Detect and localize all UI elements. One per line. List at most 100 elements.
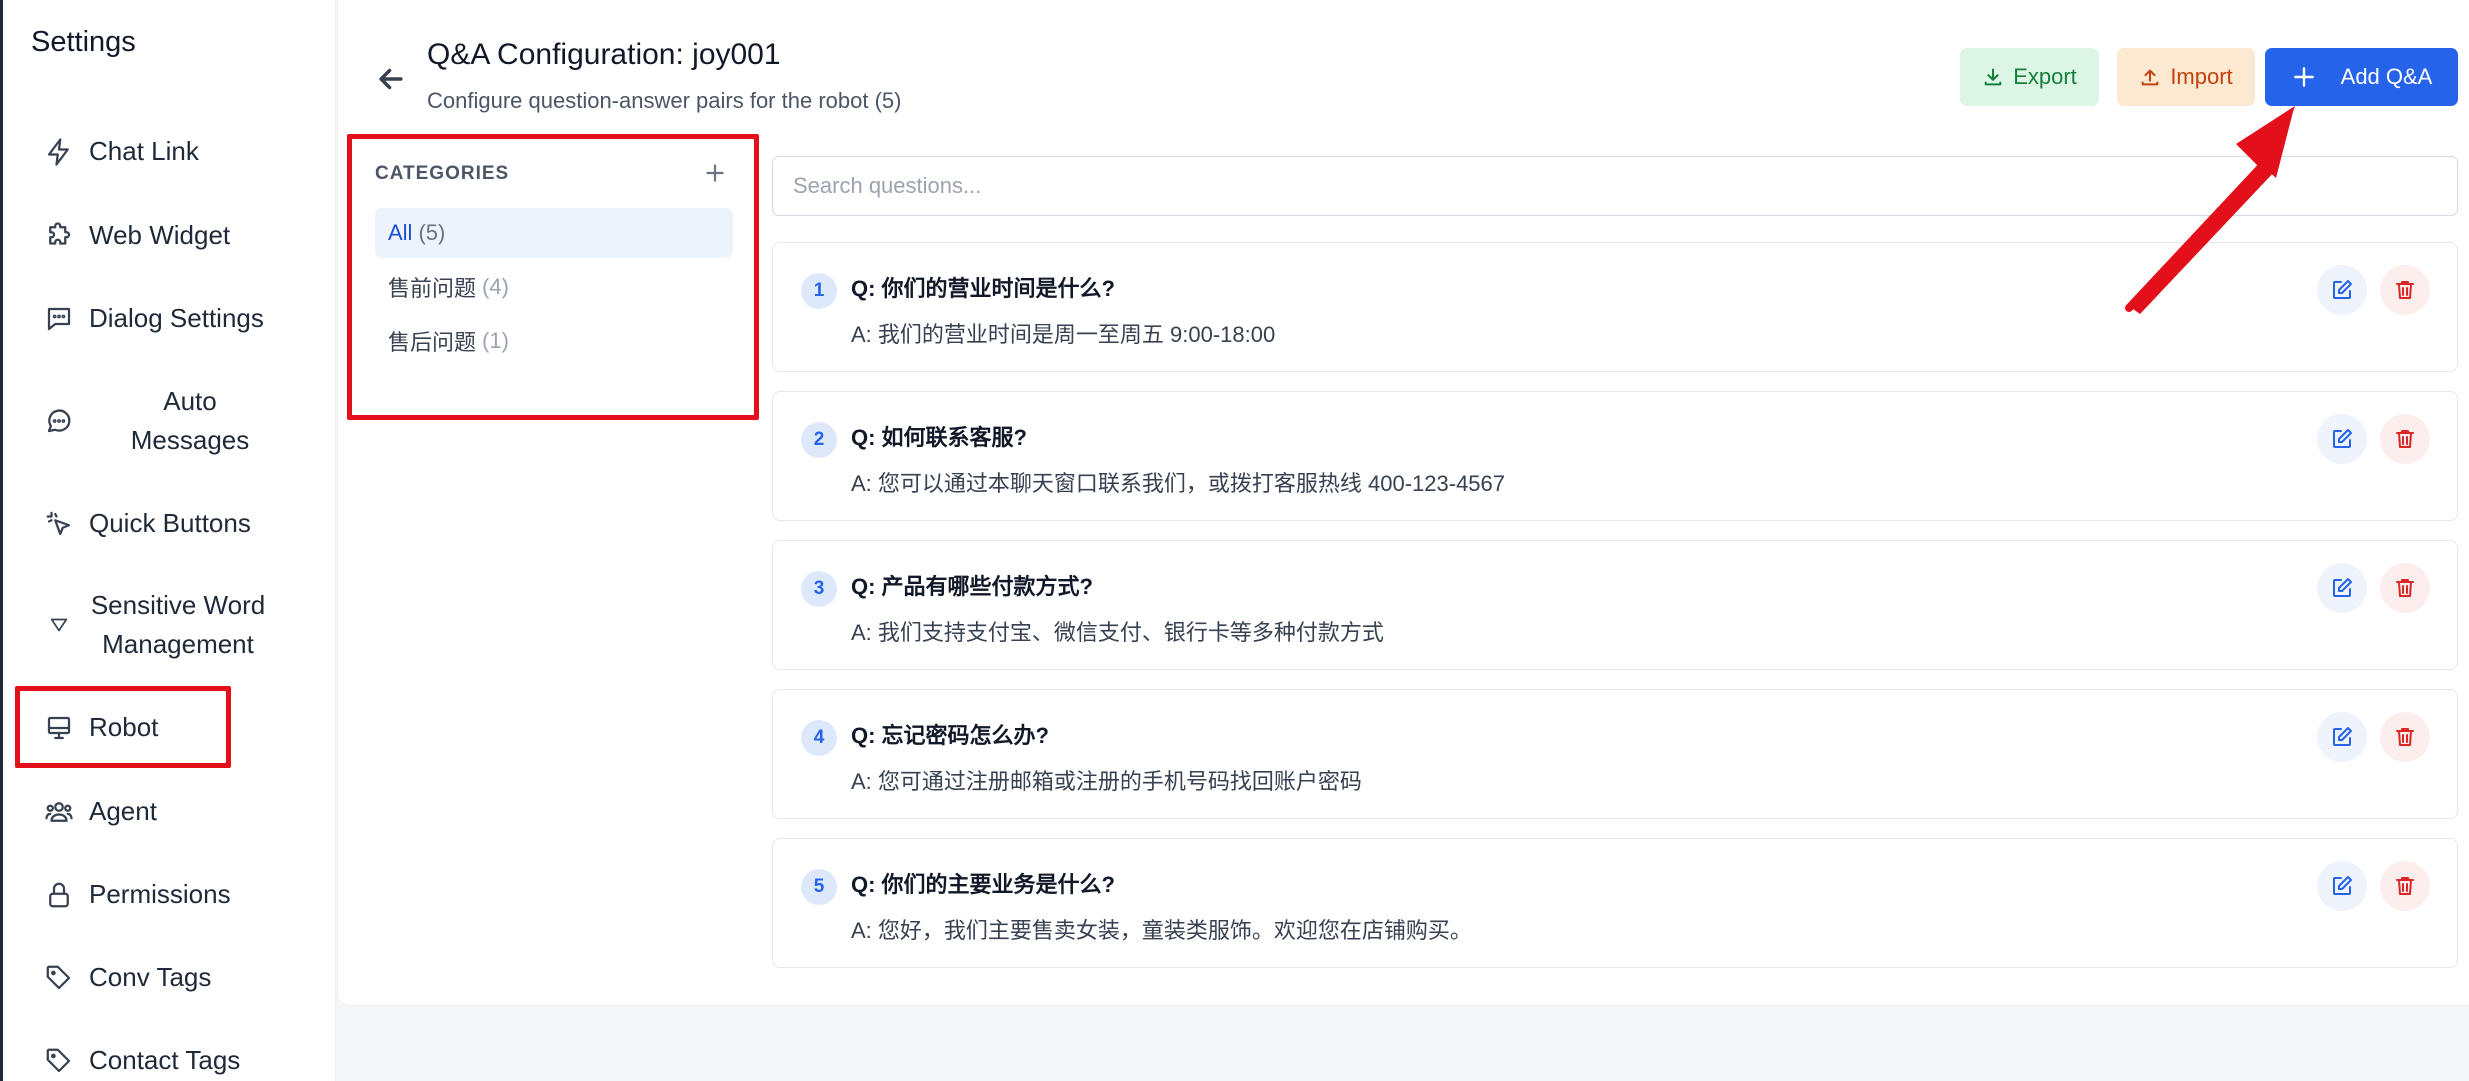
app-window: Settings Chat Link Web Widget Dialog Set… [0,0,2469,1081]
edit-qa-button[interactable] [2317,414,2367,464]
qa-number-badge: 1 [801,273,837,309]
sidebar-item-agent[interactable]: Agent [43,792,303,831]
qa-card: 5 Q: 你们的主要业务是什么? A: 您好，我们主要售卖女装，童装类服饰。欢迎… [772,838,2458,968]
sidebar-item-dialog-settings[interactable]: Dialog Settings [43,299,303,338]
qa-answer: A: 您可以通过本聊天窗口联系我们，或拨打客服热线 400-123-4567 [851,471,1506,496]
qa-question: Q: 如何联系客服? [851,425,1027,450]
triangle-filter-icon [43,609,75,641]
export-button[interactable]: Export [1960,48,2099,106]
edit-qa-button[interactable] [2317,861,2367,911]
tag-icon [43,1045,75,1077]
search-questions-input[interactable] [772,156,2458,216]
add-category-button[interactable] [702,160,728,186]
add-qa-button-label: Add Q&A [2340,64,2433,89]
qa-answer: A: 您可通过注册邮箱或注册的手机号码找回账户密码 [851,769,1362,794]
qa-card: 3 Q: 产品有哪些付款方式? A: 我们支持支付宝、微信支付、银行卡等多种付款… [772,540,2458,670]
qa-answer: A: 我们的营业时间是周一至周五 9:00-18:00 [851,322,1276,347]
qa-card: 4 Q: 忘记密码怎么办? A: 您可通过注册邮箱或注册的手机号码找回账户密码 [772,689,2458,819]
export-button-label: Export [2013,64,2077,89]
plus-icon [2293,67,2314,87]
delete-qa-button[interactable] [2380,414,2430,464]
sidebar-item-sensitive-word[interactable]: Sensitive Word Management [43,586,303,664]
sidebar-item-label: Dialog Settings [89,303,264,333]
edit-icon [2333,578,2352,597]
qa-number-badge: 4 [801,720,837,756]
back-button[interactable] [374,62,408,96]
qa-card: 2 Q: 如何联系客服? A: 您可以通过本聊天窗口联系我们，或拨打客服热线 4… [772,391,2458,521]
edit-qa-button[interactable] [2317,265,2367,315]
sidebar-item-label: Chat Link [89,136,199,166]
edit-icon [2333,727,2352,746]
sidebar-item-label-line: Messages [130,425,250,455]
lock-icon [43,879,75,911]
page-subtitle: Configure question-answer pairs for the … [427,88,902,113]
import-button[interactable]: Import [2117,48,2255,106]
trash-icon [2396,728,2414,746]
trash-icon [2396,281,2414,299]
category-label: 售前问题 [388,276,477,301]
qa-question: Q: 你们的主要业务是什么? [851,872,1115,897]
sidebar-item-label: Sensitive Word Management [85,586,271,664]
sidebar-item-label: Conv Tags [89,962,212,992]
page-title: Q&A Configuration: joy001 [427,38,781,71]
delete-qa-button[interactable] [2380,563,2430,613]
qa-question: Q: 忘记密码怎么办? [851,723,1049,748]
category-item-aftersales[interactable]: 售后问题 (1) [375,316,733,366]
upload-icon [2141,69,2159,86]
message-square-icon [43,303,75,335]
sidebar-item-label: Contact Tags [89,1045,241,1075]
qa-question: Q: 产品有哪些付款方式? [851,574,1093,599]
add-qa-button[interactable]: Add Q&A [2265,48,2458,106]
category-item-all[interactable]: All (5) [375,208,733,258]
sidebar-item-web-widget[interactable]: Web Widget [43,216,303,255]
sidebar-item-label: Agent [89,796,157,826]
trash-icon [2396,579,2414,597]
users-icon [43,796,75,828]
tag-icon [43,962,75,994]
sidebar-item-auto-messages[interactable]: Auto Messages [43,382,303,460]
pointer-click-icon [43,508,75,540]
sidebar-title: Settings [31,26,136,58]
sidebar-item-label-line: Auto [163,386,217,416]
sidebar-item-label: Auto Messages [97,382,283,460]
edit-qa-button[interactable] [2317,712,2367,762]
category-count: (5) [418,220,446,245]
category-count: (1) [482,328,509,353]
bolt-icon [43,136,75,168]
edit-icon [2333,429,2352,448]
sidebar-item-quick-buttons[interactable]: Quick Buttons [43,504,303,543]
sidebar-item-label: Permissions [89,879,231,909]
category-count: (4) [482,274,509,299]
category-label: All [388,220,413,245]
settings-sidebar: Settings Chat Link Web Widget Dialog Set… [0,0,336,1081]
sidebar-item-chat-link[interactable]: Chat Link [43,132,303,171]
qa-answer: A: 您好，我们主要售卖女装，童装类服饰。欢迎您在店铺购买。 [851,918,1472,943]
categories-header: CATEGORIES [375,163,510,184]
download-icon [1984,68,2002,86]
delete-qa-button[interactable] [2380,861,2430,911]
robot-highlight-annotation [15,686,231,768]
puzzle-icon [43,220,75,252]
sidebar-item-label-line: Sensitive Word [90,590,266,620]
trash-icon [2396,877,2414,895]
trash-icon [2396,430,2414,448]
delete-qa-button[interactable] [2380,265,2430,315]
sidebar-item-conv-tags[interactable]: Conv Tags [43,958,303,997]
qa-number-badge: 2 [801,422,837,458]
arrow-left-icon [379,68,403,90]
qa-number-badge: 3 [801,571,837,607]
category-item-presales[interactable]: 售前问题 (4) [375,262,733,312]
qa-card: 1 Q: 你们的营业时间是什么? A: 我们的营业时间是周一至周五 9:00-1… [772,242,2458,372]
sidebar-item-label: Quick Buttons [89,508,251,538]
import-button-label: Import [2170,64,2233,89]
message-circle-icon [43,405,75,437]
qa-answer: A: 我们支持支付宝、微信支付、银行卡等多种付款方式 [851,620,1384,645]
qa-number-badge: 5 [801,869,837,905]
delete-qa-button[interactable] [2380,712,2430,762]
sidebar-item-contact-tags[interactable]: Contact Tags [43,1041,303,1080]
sidebar-item-label-line: Management [102,629,254,659]
sidebar-item-permissions[interactable]: Permissions [43,875,303,914]
edit-qa-button[interactable] [2317,563,2367,613]
category-label: 售后问题 [388,330,477,355]
edit-icon [2333,876,2352,895]
